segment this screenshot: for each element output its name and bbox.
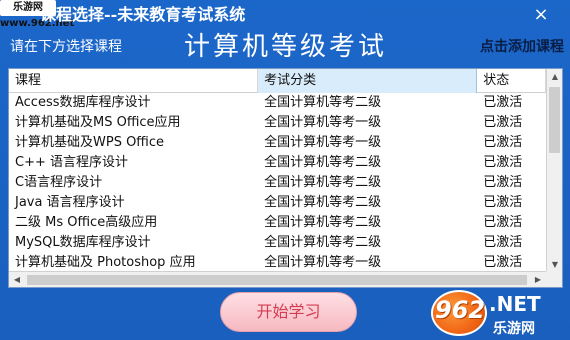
scroll-up-icon[interactable]: ▲ (547, 69, 562, 85)
start-learning-button[interactable]: 开始学习 (220, 292, 357, 332)
close-icon[interactable]: × (530, 4, 552, 26)
status-cell: 已激活 (483, 175, 523, 190)
column-header-category[interactable]: 考试分类 (258, 69, 478, 93)
table-row[interactable]: Access数据库程序设计 全国计算机等考二级 已激活 (9, 93, 546, 113)
table-row[interactable]: C语言程序设计 全国计算机等考二级 已激活 (9, 173, 546, 193)
table-row[interactable]: 计算机基础及 Photoshop 应用 全国计算机等考一级 已激活 (9, 253, 546, 273)
column-header-status[interactable]: 状态 (477, 69, 546, 93)
table-header: 课程 考试分类 状态 (9, 69, 546, 93)
window-title: 课程选择--未来教育考试系统 (40, 5, 246, 24)
scroll-right-icon[interactable]: ▶ (530, 272, 546, 287)
course-cell: 计算机基础及MS Office应用 (15, 115, 181, 130)
table-row[interactable]: C++ 语言程序设计 全国计算机等考二级 已激活 (9, 153, 546, 173)
add-course-link[interactable]: 点击添加课程 (480, 38, 564, 56)
category-cell: 全国计算机等考二级 (264, 155, 382, 170)
scroll-left-icon[interactable]: ◀ (9, 272, 25, 287)
page-title: 计算机等级考试 (184, 32, 388, 62)
status-cell: 已激活 (483, 135, 523, 150)
table-row[interactable]: 二级 Ms Office高级应用 全国计算机等考二级 已激活 (9, 213, 546, 233)
course-cell: MySQL数据库程序设计 (15, 235, 151, 250)
instruction-label: 请在下方选择课程 (10, 39, 122, 55)
table-row[interactable]: Java 语言程序设计 全国计算机等考二级 已激活 (9, 193, 546, 213)
vertical-scroll-thumb[interactable] (549, 87, 560, 153)
table-row[interactable]: MySQL数据库程序设计 全国计算机等考二级 已激活 (9, 233, 546, 253)
table-row[interactable]: 计算机基础及WPS Office 全国计算机等考一级 已激活 (9, 133, 546, 153)
scrollbar-corner (546, 271, 562, 287)
vertical-scrollbar[interactable]: ▲ ▼ (546, 69, 562, 273)
category-cell: 全国计算机等考二级 (264, 195, 382, 210)
table-body: Access数据库程序设计 全国计算机等考二级 已激活 计算机基础及MS Off… (9, 93, 546, 273)
course-cell: Access数据库程序设计 (15, 95, 151, 110)
status-cell: 已激活 (483, 195, 523, 210)
status-cell: 已激活 (483, 255, 523, 270)
course-table: 课程 考试分类 状态 Access数据库程序设计 全国计算机等考二级 已激活 计… (8, 68, 563, 288)
status-cell: 已激活 (483, 95, 523, 110)
status-cell: 已激活 (483, 215, 523, 230)
brand-logo-number: 962 (435, 296, 486, 324)
course-cell: C语言程序设计 (15, 175, 103, 190)
category-cell: 全国计算机等考二级 (264, 95, 382, 110)
category-cell: 全国计算机等考二级 (264, 175, 382, 190)
category-cell: 全国计算机等考一级 (264, 115, 382, 130)
brand-net-label: .NET (489, 292, 541, 316)
course-cell: 二级 Ms Office高级应用 (15, 215, 158, 230)
brand-cn-label: 乐游网 (493, 321, 535, 337)
horizontal-scrollbar[interactable]: ◀ ▶ (9, 271, 546, 287)
category-cell: 全国计算机等考二级 (264, 215, 382, 230)
brand-watermark: 962 .NET 乐游网 (431, 290, 566, 338)
horizontal-scroll-thumb[interactable] (27, 275, 527, 285)
column-header-course[interactable]: 课程 (9, 69, 259, 93)
category-cell: 全国计算机等考二级 (264, 235, 382, 250)
table-row[interactable]: 计算机基础及MS Office应用 全国计算机等考一级 已激活 (9, 113, 546, 133)
course-cell: Java 语言程序设计 (15, 195, 125, 210)
status-cell: 已激活 (483, 115, 523, 130)
course-cell: 计算机基础及WPS Office (15, 135, 165, 150)
category-cell: 全国计算机等考一级 (264, 255, 382, 270)
status-cell: 已激活 (483, 155, 523, 170)
category-cell: 全国计算机等考一级 (264, 135, 382, 150)
status-cell: 已激活 (483, 235, 523, 250)
course-cell: C++ 语言程序设计 (15, 155, 128, 170)
course-cell: 计算机基础及 Photoshop 应用 (15, 255, 196, 270)
